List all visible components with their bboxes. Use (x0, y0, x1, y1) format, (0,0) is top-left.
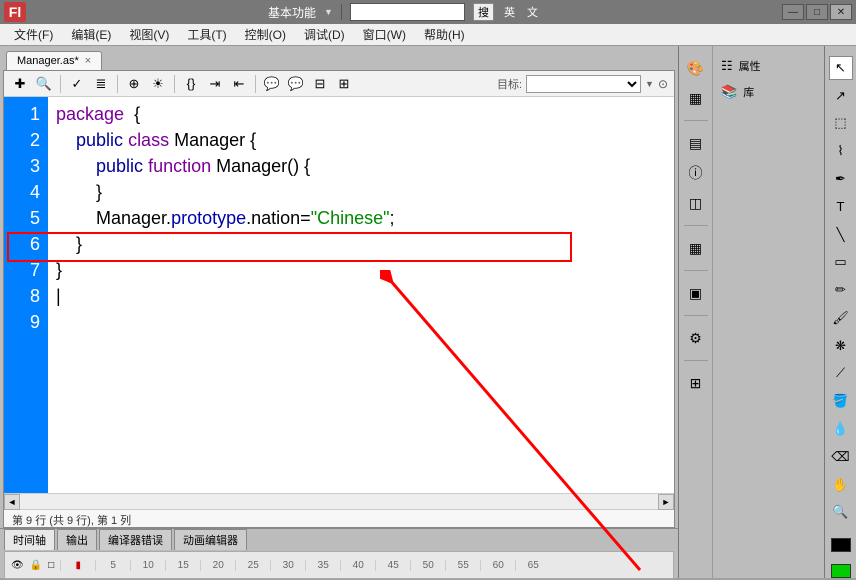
align-icon[interactable]: ▤ (684, 131, 708, 155)
menu-window[interactable]: 窗口(W) (355, 24, 414, 45)
tab-anim-editor[interactable]: 动画编辑器 (174, 529, 247, 550)
tab-output[interactable]: 输出 (57, 529, 97, 550)
tab-close-icon[interactable]: × (85, 55, 91, 67)
code-hint-icon[interactable]: ⊕ (124, 74, 144, 94)
code-editor[interactable]: 1 2 3 4 5 6 7 8 9 package { public class… (4, 97, 674, 493)
indent-icon[interactable]: ⇥ (205, 74, 225, 94)
editor-toolbar: ✚ 🔍 ✓ ≣ ⊕ ☀ {} ⇥ ⇤ 💬 💬 ⊟ ⊞ 目标: ▼ (4, 71, 674, 97)
lasso-tool-icon[interactable]: ⌇ (829, 139, 853, 163)
eraser-tool-icon[interactable]: ⌫ (829, 445, 853, 469)
line-tool-icon[interactable]: ╲ (829, 223, 853, 247)
brush-tool-icon[interactable]: 🖌 (829, 306, 853, 330)
project-icon[interactable]: ⊞ (684, 371, 708, 395)
lang-label-1: 英 (502, 4, 517, 20)
timeline-ruler[interactable]: 👁 🔒 □ ▮ 5 10 15 20 25 30 35 40 45 50 55 (4, 551, 674, 579)
zoom-tool-icon[interactable]: 🔍 (829, 501, 853, 525)
library-icon: 📚 (721, 84, 737, 100)
pencil-tool-icon[interactable]: ✏ (829, 278, 853, 302)
motion-presets-icon[interactable]: ▣ (684, 281, 708, 305)
scroll-right-button[interactable]: ► (658, 494, 674, 510)
format-icon[interactable]: ≣ (91, 74, 111, 94)
selection-tool-icon[interactable]: ↖ (829, 56, 853, 80)
chevron-down-icon: ▼ (645, 79, 654, 89)
line-gutter: 1 2 3 4 5 6 7 8 9 (4, 97, 48, 493)
behaviors-icon[interactable]: ⚙ (684, 326, 708, 350)
scroll-left-button[interactable]: ◄ (4, 494, 20, 510)
status-bar: 第 9 行 (共 9 行), 第 1 列 (4, 509, 674, 527)
expand-icon[interactable]: ⊞ (334, 74, 354, 94)
tab-compiler-errors[interactable]: 编译器错误 (99, 529, 172, 550)
menubar: 文件(F) 编辑(E) 视图(V) 工具(T) 控制(O) 调试(D) 窗口(W… (0, 24, 856, 46)
text-tool-icon[interactable]: T (829, 195, 853, 219)
uncomment-icon[interactable]: 💬 (286, 74, 306, 94)
chevron-down-icon: ▼ (324, 7, 333, 17)
menu-file[interactable]: 文件(F) (6, 24, 61, 45)
target-label: 目标: (497, 76, 522, 92)
stroke-color-well[interactable] (831, 538, 851, 552)
eyedropper-tool-icon[interactable]: 💧 (829, 417, 853, 441)
deco-tool-icon[interactable]: ❋ (829, 334, 853, 358)
subselection-tool-icon[interactable]: ↗ (829, 84, 853, 108)
find-icon[interactable]: 🔍 (34, 74, 54, 94)
playhead-icon[interactable]: ▮ (60, 560, 95, 571)
menu-control[interactable]: 控制(O) (237, 24, 294, 45)
tab-timeline[interactable]: 时间轴 (4, 529, 55, 550)
palette-icon[interactable]: 🎨 (684, 56, 708, 80)
menu-tools[interactable]: 工具(T) (179, 24, 234, 45)
menu-debug[interactable]: 调试(D) (296, 24, 353, 45)
panel-library[interactable]: 📚 库 (719, 82, 818, 102)
menu-edit[interactable]: 编辑(E) (63, 24, 119, 45)
debug-icon[interactable]: ☀ (148, 74, 168, 94)
tab-manager-as[interactable]: Manager.as* × (6, 51, 102, 70)
comment-icon[interactable]: 💬 (262, 74, 282, 94)
fill-color-well[interactable] (831, 564, 851, 578)
lock-icon[interactable]: 🔒 (30, 560, 42, 571)
close-button[interactable]: ✕ (830, 4, 852, 20)
eye-icon[interactable]: 👁 (11, 560, 24, 571)
workspace-switcher[interactable]: 基本功能 (268, 4, 316, 21)
swatches-icon[interactable]: ▦ (684, 86, 708, 110)
info-icon[interactable]: ⓘ (684, 161, 708, 185)
transform-icon[interactable]: ◫ (684, 191, 708, 215)
add-icon[interactable]: ✚ (10, 74, 30, 94)
paint-bucket-icon[interactable]: 🪣 (829, 389, 853, 413)
right-dock: 🎨 ▦ ▤ ⓘ ◫ ▦ ▣ ⚙ ⊞ ☷ 属性 📚 库 (678, 46, 824, 578)
collapse-icon[interactable]: ⊟ (310, 74, 330, 94)
free-transform-tool-icon[interactable]: ⬚ (829, 112, 853, 136)
bottom-panel: 时间轴 输出 编译器错误 动画编辑器 👁 🔒 □ ▮ 5 10 15 20 25 (0, 528, 678, 578)
brace-icon[interactable]: {} (181, 74, 201, 94)
lang-label-2: 文 (525, 4, 540, 20)
menu-view[interactable]: 视图(V) (121, 24, 177, 45)
rectangle-tool-icon[interactable]: ▭ (829, 250, 853, 274)
hand-tool-icon[interactable]: ✋ (829, 473, 853, 497)
properties-icon: ☷ (721, 58, 733, 74)
horizontal-scrollbar[interactable]: ◄ ► (4, 493, 674, 509)
menu-help[interactable]: 帮助(H) (416, 24, 473, 45)
maximize-button[interactable]: □ (806, 4, 828, 20)
document-tabs: Manager.as* × (0, 46, 678, 70)
code-content[interactable]: package { public class Manager { public … (48, 97, 674, 493)
components-icon[interactable]: ▦ (684, 236, 708, 260)
minimize-button[interactable]: — (782, 4, 804, 20)
tools-panel: ↖ ↗ ⬚ ⌇ ✒ T ╲ ▭ ✏ 🖌 ❋ ⟋ 🪣 💧 ⌫ ✋ 🔍 (824, 46, 856, 578)
pen-tool-icon[interactable]: ✒ (829, 167, 853, 191)
check-icon[interactable]: ✓ (67, 74, 87, 94)
outdent-icon[interactable]: ⇤ (229, 74, 249, 94)
app-logo: Fl (4, 2, 26, 22)
titlebar: Fl 基本功能 ▼ 搜 英 文 — □ ✕ (0, 0, 856, 24)
bone-tool-icon[interactable]: ⟋ (829, 362, 853, 386)
search-input[interactable] (350, 3, 465, 21)
panel-properties[interactable]: ☷ 属性 (719, 56, 818, 76)
help-icon[interactable]: ⊙ (658, 77, 668, 91)
search-button[interactable]: 搜 (473, 3, 494, 21)
outline-icon[interactable]: □ (48, 560, 54, 571)
tab-label: Manager.as* (17, 55, 79, 67)
target-select[interactable] (526, 75, 641, 93)
